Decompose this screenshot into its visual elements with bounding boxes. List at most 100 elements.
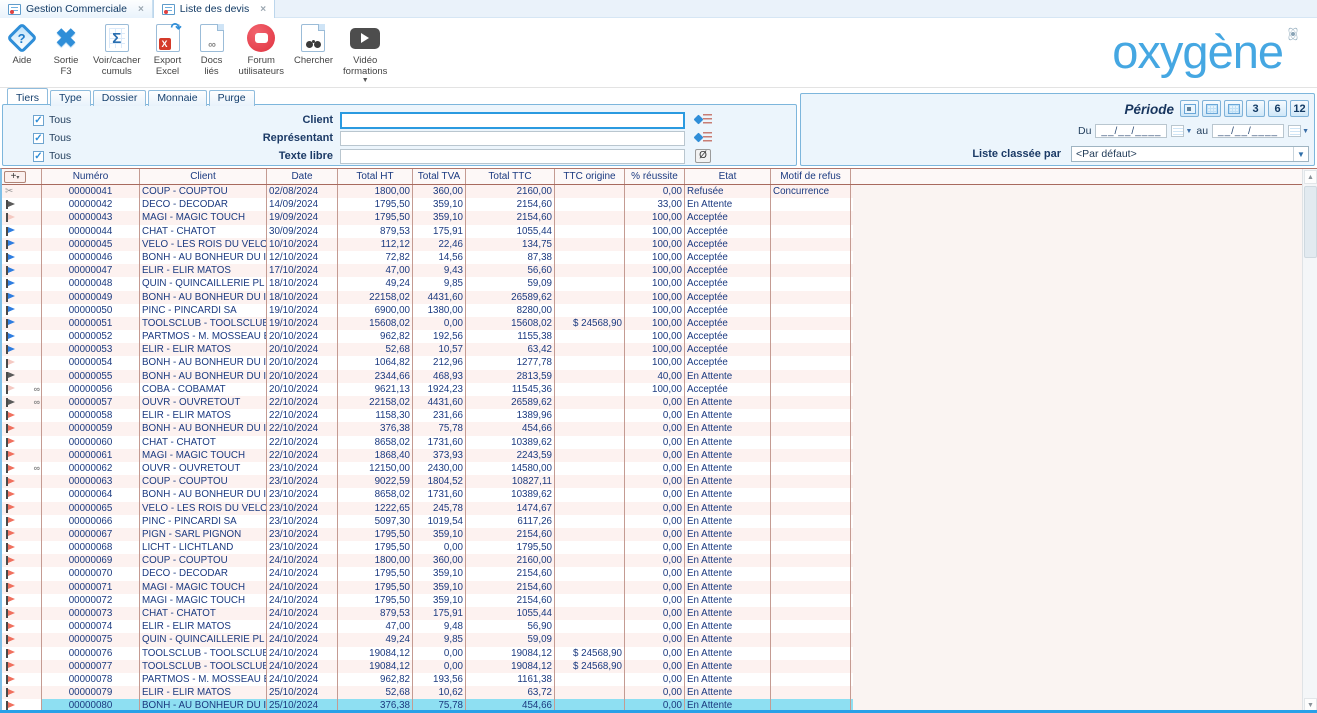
column-chooser-button[interactable]: +▾	[4, 171, 26, 183]
date-from-field[interactable]: __/__/____	[1095, 124, 1167, 138]
cell-tva: 0,00	[413, 317, 466, 330]
cell-pct: 100,00	[625, 211, 685, 224]
help-icon: ?	[11, 21, 33, 55]
filter-tab-purge[interactable]: Purge	[209, 90, 255, 106]
cell-etat: En Attente	[685, 396, 771, 409]
cell-etat: En Attente	[685, 686, 771, 699]
periode-button-12[interactable]: 12	[1290, 100, 1309, 117]
toolbar-button-chercher[interactable]: Chercher	[289, 18, 338, 87]
row-status-cell	[2, 515, 42, 528]
cell-pct: 0,00	[625, 185, 685, 198]
cell-motif	[771, 647, 851, 660]
toolbar-button-forum[interactable]: Forum utilisateurs	[234, 18, 289, 87]
cell-pct: 0,00	[625, 515, 685, 528]
cell-pct: 0,00	[625, 409, 685, 422]
cell-pct: 0,00	[625, 673, 685, 686]
periode-button-day[interactable]	[1180, 100, 1199, 117]
lookup-list-button[interactable]	[695, 132, 712, 144]
column-header-pct[interactable]: % réussite	[625, 169, 685, 184]
field-label: Texte libre	[143, 150, 333, 162]
cell-etat: En Attente	[685, 436, 771, 449]
toolbar-button-vid-o[interactable]: Vidéo formations▼	[338, 18, 392, 87]
row-status-cell	[2, 502, 42, 515]
flag-salmon-icon	[5, 675, 16, 684]
toolbar-button-docs[interactable]: ∞Docs liés	[190, 18, 234, 87]
column-header-etat[interactable]: Etat	[685, 169, 771, 184]
tous-checkbox[interactable]: ✓Tous	[33, 114, 143, 126]
periode-button-6[interactable]: 6	[1268, 100, 1287, 117]
column-header-ht[interactable]: Total HT	[338, 169, 413, 184]
filter-tab-type[interactable]: Type	[50, 90, 91, 106]
cell-ht: 5097,30	[338, 515, 413, 528]
periode-panel: Période 3612 Du __/__/____ ▼ au __/__/__…	[800, 93, 1315, 166]
flag-blue-icon	[5, 227, 16, 236]
cell-client: QUIN - QUINCAILLERIE PL	[140, 633, 267, 646]
periode-button-week[interactable]	[1202, 100, 1221, 117]
cell-motif	[771, 422, 851, 435]
cell-client: CHAT - CHATOT	[140, 607, 267, 620]
cell-orig	[555, 462, 625, 475]
cell-ht: 962,82	[338, 673, 413, 686]
close-icon[interactable]: ×	[260, 4, 266, 15]
date-from-calendar-button[interactable]: ▼	[1171, 125, 1192, 137]
cell-etat: En Attente	[685, 515, 771, 528]
cell-num: 00000078	[42, 673, 140, 686]
cell-date: 20/10/2024	[267, 383, 338, 396]
toolbar-button-sortie[interactable]: ✖Sortie F3	[44, 18, 88, 87]
cell-ht: 47,00	[338, 264, 413, 277]
date-to-calendar-button[interactable]: ▼	[1288, 125, 1309, 137]
cell-date: 22/10/2024	[267, 449, 338, 462]
lookup-list-button[interactable]	[695, 114, 712, 126]
scroll-thumb[interactable]	[1304, 186, 1317, 258]
cell-tva: 9,43	[413, 264, 466, 277]
periode-title: Période	[1124, 102, 1174, 117]
cell-pct: 100,00	[625, 251, 685, 264]
cell-tva: 175,91	[413, 225, 466, 238]
filter-row-représentant: ✓TousReprésentant	[3, 129, 796, 147]
tous-checkbox[interactable]: ✓Tous	[33, 150, 143, 162]
cell-etat: En Attente	[685, 422, 771, 435]
toolbar-button-aide[interactable]: ?Aide	[0, 18, 44, 87]
toolbar-button-export[interactable]: ↷XExport Excel	[146, 18, 190, 87]
column-header-motif[interactable]: Motif de refus	[771, 169, 851, 184]
texte-libre-input[interactable]	[340, 149, 685, 164]
flag-salmon-icon	[5, 649, 16, 658]
sort-row: Liste classée par <Par défaut> ▼	[972, 146, 1309, 162]
window-tab-liste-des-devis[interactable]: Liste des devis×	[153, 0, 275, 18]
toolbar-button-label: Chercher	[294, 56, 333, 67]
toolbar-button-voir-cacher[interactable]: ΣVoir/cacher cumuls	[88, 18, 146, 87]
column-header-orig[interactable]: TTC origine	[555, 169, 625, 184]
cell-num: 00000059	[42, 422, 140, 435]
cell-pct: 0,00	[625, 647, 685, 660]
window-tab-gestion-commerciale[interactable]: Gestion Commerciale×	[0, 0, 153, 18]
sort-combobox[interactable]: <Par défaut> ▼	[1071, 146, 1309, 162]
column-header-ttc[interactable]: Total TTC	[466, 169, 555, 184]
column-header-num[interactable]: Numéro	[42, 169, 140, 184]
scroll-up-button[interactable]: ▲	[1304, 170, 1317, 184]
column-header-client[interactable]: Client	[140, 169, 267, 184]
filter-tab-monnaie[interactable]: Monnaie	[148, 90, 206, 106]
cell-ttc: 63,72	[466, 686, 555, 699]
periode-button-month[interactable]	[1224, 100, 1243, 117]
column-header-date[interactable]: Date	[267, 169, 338, 184]
filter-tab-tiers[interactable]: Tiers	[7, 88, 48, 104]
toolbar-button-label: Vidéo formations	[343, 56, 387, 77]
row-status-cell	[2, 633, 42, 646]
cell-tva: 75,78	[413, 422, 466, 435]
filter-tab-dossier[interactable]: Dossier	[93, 90, 147, 106]
cell-motif	[771, 554, 851, 567]
vertical-scrollbar[interactable]: ▲ ▼	[1302, 169, 1317, 713]
cell-ttc: 26589,62	[466, 396, 555, 409]
column-header-tva[interactable]: Total TVA	[413, 169, 466, 184]
tous-checkbox[interactable]: ✓Tous	[33, 132, 143, 144]
cell-date: 23/10/2024	[267, 475, 338, 488]
close-icon[interactable]: ×	[138, 4, 144, 15]
cell-etat: En Attente	[685, 449, 771, 462]
cell-pct: 0,00	[625, 528, 685, 541]
clear-null-button[interactable]: Ø	[695, 149, 711, 163]
client-input[interactable]	[340, 112, 685, 129]
periode-button-3[interactable]: 3	[1246, 100, 1265, 117]
cell-pct: 0,00	[625, 567, 685, 580]
représentant-input[interactable]	[340, 131, 685, 146]
date-to-field[interactable]: __/__/____	[1212, 124, 1284, 138]
